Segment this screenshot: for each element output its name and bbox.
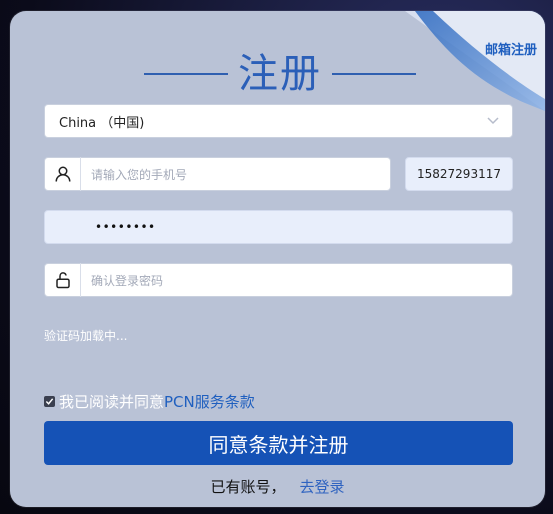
password-input[interactable]: ••••••••: [44, 210, 513, 244]
title-left-line: [144, 73, 228, 75]
terms-link[interactable]: PCN服务条款: [164, 391, 255, 412]
have-account-text: 已有账号，: [210, 478, 286, 496]
check-icon: [45, 397, 54, 405]
password-masked-value: ••••••••: [95, 220, 156, 234]
confirm-password-input[interactable]: 确认登录密码: [44, 263, 513, 297]
chevron-down-icon: [482, 110, 504, 132]
phone-input[interactable]: 请输入您的手机号: [44, 157, 391, 191]
agree-text: 我已阅读并同意: [59, 392, 165, 411]
country-select[interactable]: China （中国): [44, 104, 513, 138]
phone-number-chip[interactable]: 15827293117: [405, 157, 513, 191]
lock-icon: [45, 263, 81, 297]
agree-checkbox[interactable]: [44, 395, 55, 407]
email-register-link[interactable]: 邮箱注册: [485, 39, 537, 58]
agreement-row: 我已阅读并同意 PCN服务条款: [44, 391, 255, 411]
title-right-line: [332, 73, 416, 75]
captcha-status: 验证码加载中...: [44, 329, 128, 343]
corner-fold-graphic: [405, 11, 545, 111]
login-row: 已有账号， 去登录: [10, 476, 545, 497]
corner-fold: 邮箱注册: [405, 11, 545, 111]
user-icon: [45, 157, 81, 191]
agree-and-register-button[interactable]: 同意条款并注册: [44, 421, 513, 465]
phone-input-placeholder: 请输入您的手机号: [91, 167, 188, 182]
page: 邮箱注册 注册 China （中国) 请输入您的手机号 15827293117 …: [0, 0, 553, 514]
confirm-password-placeholder: 确认登录密码: [91, 273, 164, 288]
page-title: 注册: [238, 51, 322, 97]
country-select-value: China （中国): [59, 115, 145, 131]
page-title-row: 注册: [140, 48, 420, 100]
register-card: 邮箱注册 注册 China （中国) 请输入您的手机号 15827293117 …: [10, 11, 545, 507]
go-login-link[interactable]: 去登录: [300, 476, 345, 497]
